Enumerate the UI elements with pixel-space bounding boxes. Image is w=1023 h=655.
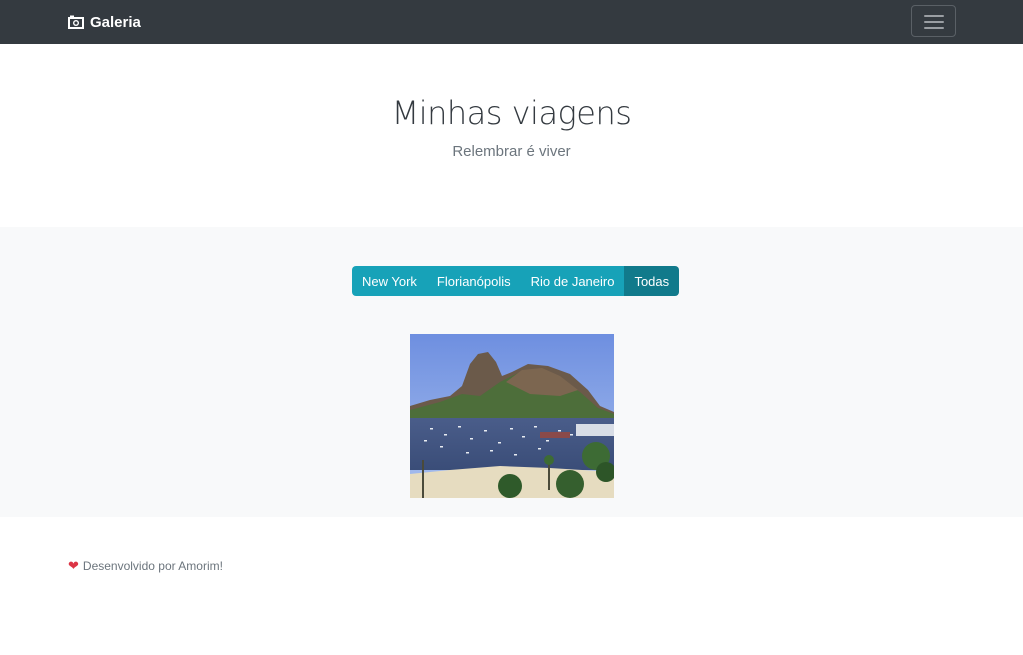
sugarloaf-mountain-photo <box>410 334 614 498</box>
filter-button-group: New York Florianópolis Rio de Janeiro To… <box>352 266 680 296</box>
page-subtitle: Relembrar é viver <box>452 143 571 160</box>
heart-icon: ❤ <box>68 558 79 573</box>
hero-section: Minhas viagens Relembrar é viver <box>0 44 1023 227</box>
brand-label: Galeria <box>90 13 141 31</box>
hamburger-menu-icon <box>924 15 944 17</box>
brand-link[interactable]: Galeria <box>68 12 141 32</box>
navbar-toggler-button[interactable] <box>911 5 956 37</box>
footer-text: Desenvolvido por Amorim! <box>82 559 223 573</box>
camera-icon <box>68 15 84 29</box>
filter-florianopolis-button[interactable]: Florianópolis <box>426 266 521 296</box>
filter-todas-button[interactable]: Todas <box>624 266 680 296</box>
filter-rio-de-janeiro-button[interactable]: Rio de Janeiro <box>520 266 625 296</box>
gallery-photo[interactable] <box>410 334 614 498</box>
footer: ❤ Desenvolvido por Amorim! <box>68 557 223 575</box>
navbar: Galeria <box>0 0 1023 44</box>
page-title: Minhas viagens <box>391 94 632 132</box>
filter-new-york-button[interactable]: New York <box>352 266 427 296</box>
gallery-section: New York Florianópolis Rio de Janeiro To… <box>0 227 1023 517</box>
